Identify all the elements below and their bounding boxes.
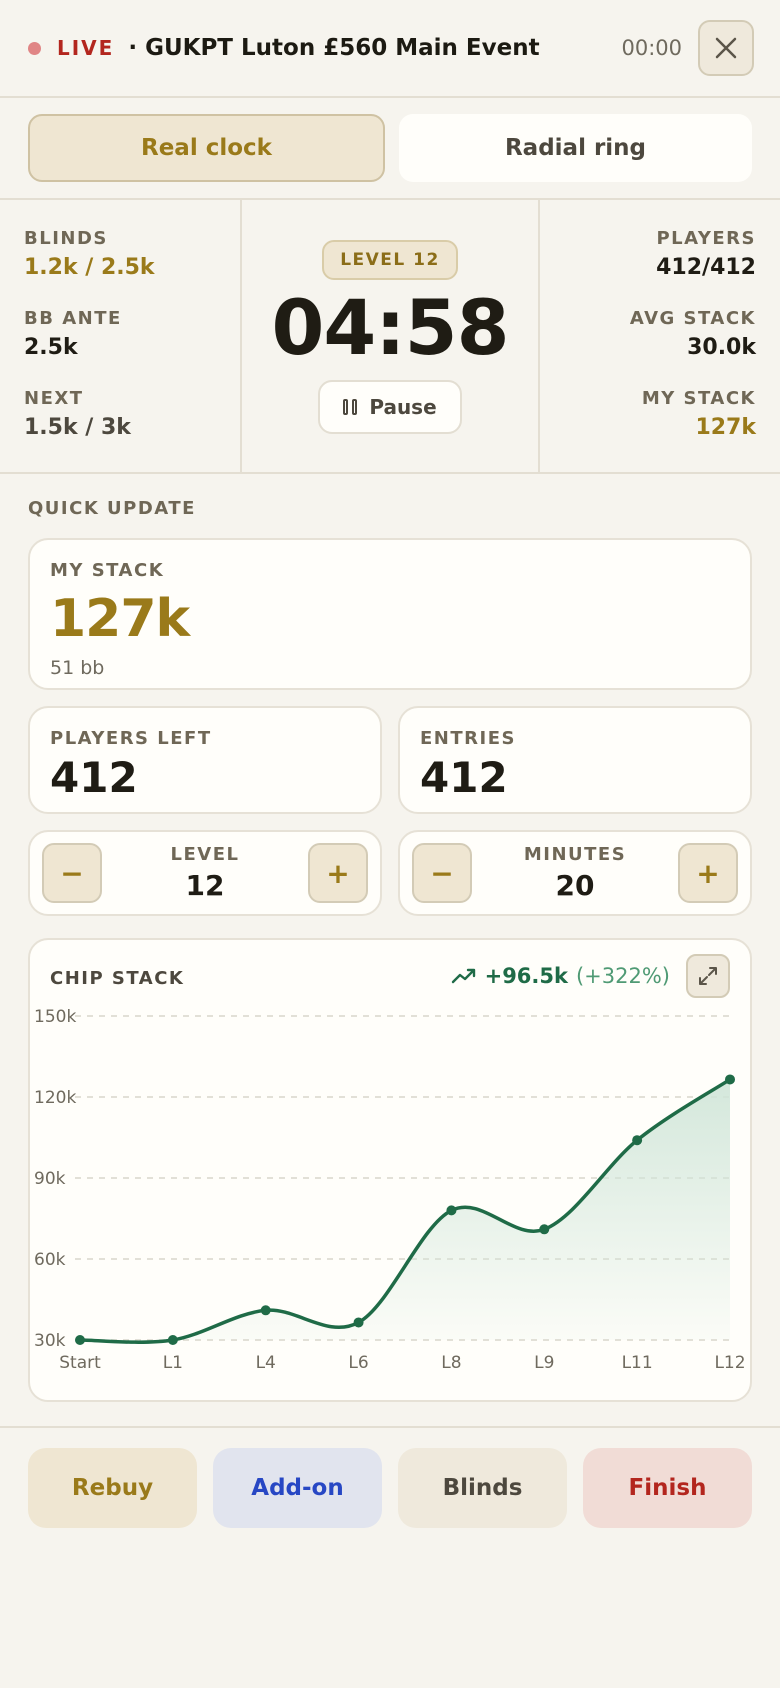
view-mode-toggle: Real clock Radial ring xyxy=(28,114,752,182)
x-tick-label: L11 xyxy=(622,1353,653,1373)
y-tick-label: 120k xyxy=(34,1088,76,1108)
close-icon xyxy=(715,37,737,59)
level-increment-button[interactable]: + xyxy=(308,843,368,903)
next-blinds-value: 1.5k / 3k xyxy=(24,415,131,440)
my-stack-card-value: 127k xyxy=(50,589,190,649)
actions-divider xyxy=(0,1426,780,1428)
top-bar: LIVE · GUKPT Luton £560 Main Event 00:00 xyxy=(0,0,780,98)
avg-stack-label: AVG STACK xyxy=(629,308,756,329)
my-stack-card[interactable]: MY STACK 127k 51 bb xyxy=(28,538,752,690)
y-tick-label: 90k xyxy=(34,1169,66,1189)
chip-stack-point xyxy=(353,1317,364,1328)
bb-ante-value: 2.5k xyxy=(24,335,78,360)
event-title: · GUKPT Luton £560 Main Event xyxy=(128,35,540,61)
finish-button[interactable]: Finish xyxy=(583,1448,752,1528)
blinds-column: BLINDS 1.2k / 2.5k BB ANTE 2.5k NEXT 1.5… xyxy=(0,200,242,472)
level-stepper: − LEVEL 12 + xyxy=(28,830,382,916)
x-tick-label: L12 xyxy=(714,1353,745,1373)
players-left-label: PLAYERS LEFT xyxy=(50,728,212,749)
level-stepper-label: LEVEL xyxy=(170,844,240,865)
x-tick-label: Start xyxy=(59,1353,101,1373)
timer-column: LEVEL 12 04:58 Pause xyxy=(242,200,540,472)
countdown-timer: 04:58 xyxy=(271,283,510,372)
y-tick-label: 30k xyxy=(34,1331,66,1351)
level-decrement-button[interactable]: − xyxy=(42,843,102,903)
level-stepper-value: 12 xyxy=(185,869,225,902)
my-stack-value: 127k xyxy=(695,415,756,440)
header-clock: 00:00 xyxy=(621,36,682,60)
level-badge: LEVEL 12 xyxy=(322,240,458,280)
minutes-stepper-display: MINUTES 20 xyxy=(524,844,626,902)
blinds-value: 1.2k / 2.5k xyxy=(24,255,155,280)
minutes-stepper-value: 20 xyxy=(555,869,595,902)
blinds-label: BLINDS xyxy=(24,228,108,249)
rebuy-button[interactable]: Rebuy xyxy=(28,1448,197,1528)
radial-ring-tab[interactable]: Radial ring xyxy=(399,114,752,182)
my-stack-bb: 51 bb xyxy=(50,657,105,679)
action-bar: Rebuy Add-on Blinds Finish xyxy=(28,1448,752,1528)
minutes-stepper-label: MINUTES xyxy=(523,844,627,865)
minutes-stepper: − MINUTES 20 + xyxy=(398,830,752,916)
my-stack-label: MY STACK xyxy=(641,388,756,409)
pause-button[interactable]: Pause xyxy=(318,380,462,434)
entries-value: 412 xyxy=(420,753,508,802)
live-indicator-dot xyxy=(28,41,41,55)
players-left-card[interactable]: PLAYERS LEFT 412 xyxy=(28,706,382,814)
level-stepper-display: LEVEL 12 xyxy=(171,844,240,902)
minutes-increment-button[interactable]: + xyxy=(677,843,738,903)
players-value: 412/412 xyxy=(656,255,756,280)
x-tick-label: L4 xyxy=(256,1353,276,1373)
real-clock-tab[interactable]: Real clock xyxy=(28,114,385,182)
minutes-decrement-button[interactable]: − xyxy=(412,843,472,903)
chip-stack-point xyxy=(725,1074,735,1085)
add-on-button[interactable]: Add-on xyxy=(213,1448,382,1528)
live-label: LIVE xyxy=(57,36,115,60)
pause-icon xyxy=(343,399,358,415)
x-tick-label: L1 xyxy=(163,1353,183,1373)
chip-stack-point xyxy=(167,1335,178,1345)
next-blinds-label: NEXT xyxy=(24,388,84,409)
chip-stack-point xyxy=(539,1224,550,1235)
entries-card[interactable]: ENTRIES 412 xyxy=(398,706,752,814)
chip-stack-point xyxy=(260,1305,271,1316)
chip-stack-point xyxy=(446,1205,457,1216)
avg-stack-value: 30.0k xyxy=(687,335,756,360)
players-left-value: 412 xyxy=(50,753,138,802)
chip-stack-chart: 150k 120k 90k 60k 30kStart L1 L4 L6 L8 L9 L11 L12 xyxy=(34,1007,746,1373)
chip-stack-chart-card: CHIP STACK +96.5k (+322%) 150k 120k 90k 60k… xyxy=(28,938,752,1402)
players-column: PLAYERS 412/412 AVG STACK 30.0k MY STACK… xyxy=(540,200,780,472)
stats-panel: BLINDS 1.2k / 2.5k BB ANTE 2.5k NEXT 1.5… xyxy=(0,198,780,474)
y-tick-label: 150k xyxy=(34,1007,76,1027)
entries-label: ENTRIES xyxy=(420,728,516,749)
close-button[interactable] xyxy=(698,20,754,76)
y-tick-label: 60k xyxy=(34,1250,66,1270)
blinds-button[interactable]: Blinds xyxy=(398,1448,567,1528)
bb-ante-label: BB ANTE xyxy=(24,308,122,329)
chip-stack-point xyxy=(632,1135,643,1146)
x-tick-label: L6 xyxy=(348,1353,368,1373)
chip-stack-point xyxy=(75,1335,85,1345)
my-stack-card-label: MY STACK xyxy=(50,560,165,581)
x-tick-label: L9 xyxy=(534,1353,554,1373)
chip-stack-area xyxy=(80,1079,730,1343)
quick-update-heading: QUICK UPDATE xyxy=(28,498,196,519)
players-label: PLAYERS xyxy=(656,228,756,249)
pause-label: Pause xyxy=(369,395,437,419)
x-tick-label: L8 xyxy=(441,1353,461,1373)
